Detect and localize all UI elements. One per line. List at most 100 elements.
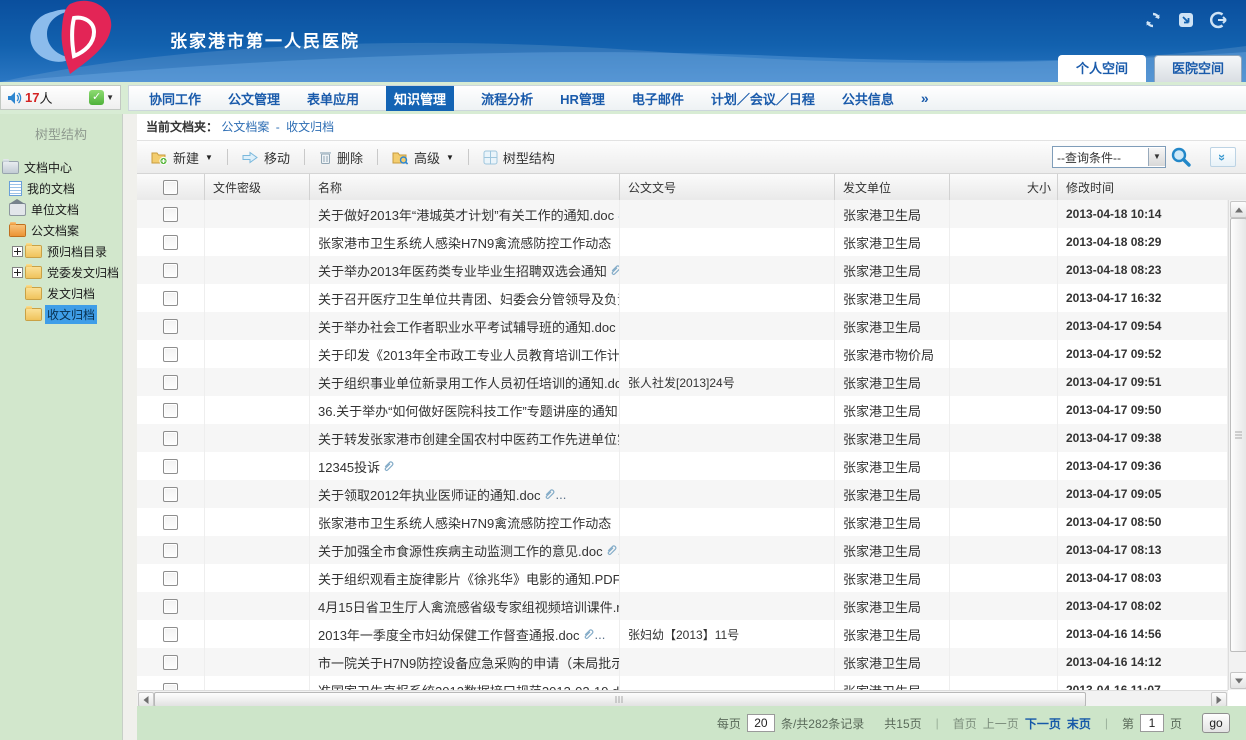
- delete-button[interactable]: 删除: [315, 145, 367, 170]
- scroll-up-arrow[interactable]: [1230, 201, 1246, 218]
- nav-item-7[interactable]: 计划／会议／日程: [711, 89, 815, 108]
- tree-view-button[interactable]: 树型结构: [479, 145, 559, 170]
- expand-plus-icon[interactable]: [12, 267, 23, 278]
- breadcrumb-parent-link[interactable]: 公文档案: [221, 120, 269, 134]
- document-link[interactable]: 关于召开医疗卫生单位共青团、妇委会分管领导及负责人会: [318, 289, 620, 308]
- document-link[interactable]: 关于组织观看主旋律影片《徐兆华》电影的通知.PDF: [318, 569, 620, 588]
- row-checkbox[interactable]: [163, 431, 178, 446]
- cell-unit: 张家港卫生局: [835, 648, 950, 676]
- row-checkbox[interactable]: [163, 599, 178, 614]
- row-checkbox[interactable]: [163, 403, 178, 418]
- breadcrumb-current-link[interactable]: 收文归档: [286, 120, 334, 134]
- tree-item-0[interactable]: 文档中心: [0, 157, 122, 178]
- table-row: 关于举办2013年医药类专业毕业生招聘双选会通知 ... 张家港卫生局 2013…: [137, 256, 1228, 284]
- more-ellipsis[interactable]: ...: [595, 627, 606, 642]
- scroll-right-arrow[interactable]: [1211, 692, 1227, 707]
- row-checkbox[interactable]: [163, 319, 178, 334]
- document-link[interactable]: 关于举办社会工作者职业水平考试辅导班的通知.doc: [318, 317, 616, 336]
- space-tab-1[interactable]: 医院空间: [1154, 55, 1242, 82]
- row-checkbox[interactable]: [163, 571, 178, 586]
- first-page-link[interactable]: 首页: [953, 715, 977, 732]
- export-icon[interactable]: [1177, 11, 1195, 29]
- tree-item-2[interactable]: 单位文档: [0, 199, 122, 220]
- document-link[interactable]: 12345投诉: [318, 457, 380, 476]
- row-checkbox[interactable]: [163, 459, 178, 474]
- document-link[interactable]: 4月15日省卫生厅人禽流感省级专家组视频培训课件.rar: [318, 597, 620, 616]
- document-link[interactable]: 关于举办2013年医药类专业毕业生招聘双选会通知: [318, 261, 607, 280]
- document-link[interactable]: 关于加强全市食源性疾病主动监测工作的意见.doc: [318, 541, 603, 560]
- document-link[interactable]: 关于领取2012年执业医师证的通知.doc: [318, 485, 541, 504]
- sidebar-splitter[interactable]: [122, 114, 138, 740]
- row-checkbox[interactable]: [163, 235, 178, 250]
- row-checkbox[interactable]: [163, 543, 178, 558]
- last-page-link[interactable]: 末页: [1067, 715, 1091, 732]
- nav-item-0[interactable]: 协同工作: [149, 89, 201, 108]
- document-link[interactable]: 市一院关于H7N9防控设备应急采购的申请（未局批示）.P: [318, 653, 620, 672]
- cell-name: 关于领取2012年执业医师证的通知.doc ...: [310, 480, 620, 508]
- row-checkbox[interactable]: [163, 683, 178, 691]
- tree-item-5[interactable]: 党委发文归档: [0, 262, 122, 283]
- document-link[interactable]: 2013年一季度全市妇幼保健工作督查通报.doc: [318, 625, 580, 644]
- go-button[interactable]: go: [1202, 713, 1230, 733]
- document-link[interactable]: 关于转发张家港市创建全国农村中医药工作先进单位实施方: [318, 429, 620, 448]
- row-checkbox[interactable]: [163, 291, 178, 306]
- more-ellipsis[interactable]: ...: [556, 487, 567, 502]
- vertical-scroll-thumb[interactable]: [1230, 218, 1246, 652]
- document-link[interactable]: 张家港市卫生系统人感染H7N9禽流感防控工作动态（第1: [318, 233, 620, 252]
- query-condition-select[interactable]: --查询条件-- ▼: [1052, 146, 1166, 168]
- nav-item-4[interactable]: 流程分析: [481, 89, 533, 108]
- tree-item-3[interactable]: 公文档案: [0, 220, 122, 241]
- search-icon[interactable]: [1170, 146, 1192, 168]
- nav-item-1[interactable]: 公文管理: [228, 89, 280, 108]
- expand-plus-icon[interactable]: [12, 246, 23, 257]
- online-count: 17: [25, 90, 39, 105]
- table-row: 准国家卫生直报系统2013数据接口规范2013-02-19.doc 张家港卫生局…: [137, 676, 1228, 690]
- row-checkbox[interactable]: [163, 515, 178, 530]
- document-link[interactable]: 36.关于举办“如何做好医院科技工作”专题讲座的通知.doc: [318, 401, 620, 420]
- scroll-down-arrow[interactable]: [1230, 672, 1246, 689]
- online-status-icon: ✓: [89, 90, 104, 105]
- refresh-icon[interactable]: [1144, 11, 1162, 29]
- nav-item-2[interactable]: 表单应用: [307, 89, 359, 108]
- nav-item-3[interactable]: 知识管理: [386, 86, 454, 111]
- nav-item-8[interactable]: 公共信息: [842, 89, 894, 108]
- tree-item-7[interactable]: 收文归档: [0, 304, 122, 325]
- cell-time: 2013-04-17 09:52: [1058, 340, 1228, 368]
- status-dropdown[interactable]: ✓ ▼: [89, 90, 114, 105]
- document-link[interactable]: 准国家卫生直报系统2013数据接口规范2013-02-19.doc: [318, 681, 620, 691]
- prev-page-link[interactable]: 上一页: [983, 715, 1019, 732]
- document-link[interactable]: 关于印发《2013年全市政工专业人员教育培训工作计划》的: [318, 345, 620, 364]
- row-checkbox[interactable]: [163, 487, 178, 502]
- row-checkbox[interactable]: [163, 207, 178, 222]
- row-checkbox[interactable]: [163, 347, 178, 362]
- tree-item-6[interactable]: 发文归档: [0, 283, 122, 304]
- advanced-button[interactable]: 高级 ▼: [388, 145, 458, 170]
- nav-item-5[interactable]: HR管理: [560, 89, 605, 108]
- nav-item-6[interactable]: 电子邮件: [632, 89, 684, 108]
- logout-icon[interactable]: [1210, 11, 1228, 29]
- select-all-checkbox[interactable]: [163, 180, 178, 195]
- cell-size: [950, 536, 1058, 564]
- space-tab-0[interactable]: 个人空间: [1058, 55, 1146, 82]
- vertical-scrollbar[interactable]: [1228, 200, 1246, 690]
- nav-more-button[interactable]: »: [921, 90, 929, 106]
- horizontal-scroll-thumb[interactable]: [154, 692, 1086, 707]
- row-checkbox[interactable]: [163, 627, 178, 642]
- scroll-left-arrow[interactable]: [138, 692, 154, 707]
- document-link[interactable]: 张家港市卫生系统人感染H7N9禽流感防控工作动态（第9: [318, 513, 620, 532]
- horizontal-scrollbar[interactable]: [137, 690, 1228, 706]
- document-link[interactable]: 关于做好2013年“港城英才计划”有关工作的通知.doc: [318, 205, 614, 224]
- per-page-input[interactable]: [747, 714, 775, 732]
- new-button[interactable]: 新建 ▼: [147, 145, 217, 170]
- tree-item-4[interactable]: 预归档目录: [0, 241, 122, 262]
- cell-docno: [620, 536, 835, 564]
- page-number-input[interactable]: [1140, 714, 1164, 732]
- collapse-panel-button[interactable]: »: [1210, 147, 1236, 167]
- tree-item-1[interactable]: 我的文档: [0, 178, 122, 199]
- next-page-link[interactable]: 下一页: [1025, 715, 1061, 732]
- document-link[interactable]: 关于组织事业单位新录用工作人员初任培训的通知.doc: [318, 373, 620, 392]
- move-button[interactable]: 移动: [238, 145, 294, 170]
- row-checkbox[interactable]: [163, 375, 178, 390]
- row-checkbox[interactable]: [163, 263, 178, 278]
- row-checkbox[interactable]: [163, 655, 178, 670]
